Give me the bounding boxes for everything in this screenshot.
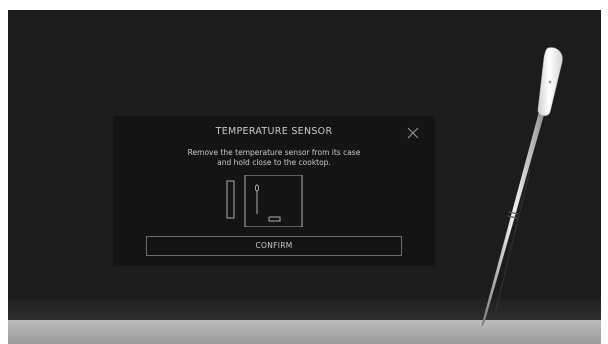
cooking-zone-icon [268,216,281,222]
dialog-instruction: Remove the temperature sensor from its c… [114,148,434,168]
temperature-sensor-dialog: TEMPERATURE SENSOR Remove the temperatur… [114,117,434,265]
sensor-case-illustration [226,175,303,227]
instruction-line-1: Remove the temperature sensor from its c… [187,148,361,157]
confirm-button[interactable]: CONFIRM [146,236,402,256]
close-icon [407,127,419,139]
close-button[interactable] [405,125,421,141]
temperature-probe-image [481,47,563,327]
instruction-line-2: and hold close to the cooktop. [217,158,331,167]
sensor-case-icon [226,180,235,219]
cooktop-icon [244,175,303,227]
dialog-title: TEMPERATURE SENSOR [215,126,333,137]
screen: TEMPERATURE SENSOR Remove the temperatur… [0,0,608,344]
sensor-probe-icon [254,184,260,192]
